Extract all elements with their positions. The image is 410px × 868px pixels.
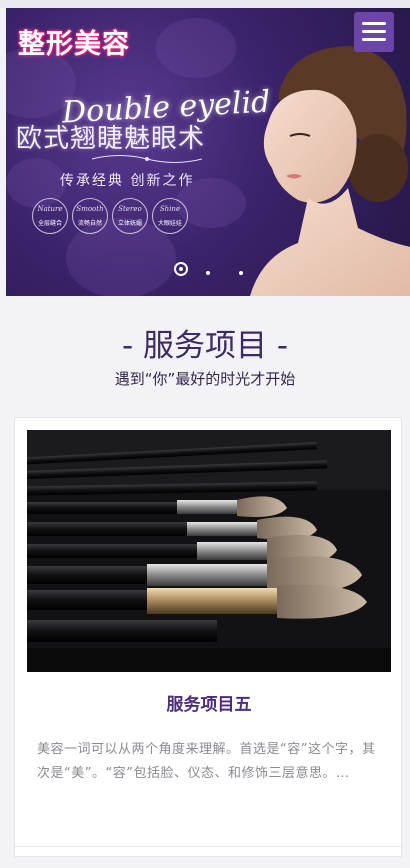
badge-label: 立体妩媚	[117, 220, 142, 227]
feature-badge: Nature 全层缝合	[32, 198, 68, 234]
badge-label: 全层缝合	[37, 220, 62, 227]
section-title: - 服务项目 -	[121, 328, 289, 364]
site-logo[interactable]: 整形美容	[18, 22, 130, 61]
top-strip	[0, 0, 410, 8]
background-petal	[156, 18, 236, 78]
badge-script: Smooth	[76, 205, 104, 213]
flourish-ornament	[92, 155, 202, 163]
section-subtitle: 遇到“你”最好的时光才开始	[114, 370, 296, 388]
feature-badge: Smooth 流畅自然	[72, 198, 108, 234]
service-description: 美容一词可以从两个角度来理解。首选是“容”这个字，其次是“美”。“容”包括脸、仪…	[37, 742, 376, 781]
badge-script: Nature	[37, 205, 63, 213]
feature-badge: Stereo 立体妩媚	[112, 198, 148, 234]
badge-script: Stereo	[118, 205, 142, 213]
model-portrait-image	[250, 46, 410, 296]
banner-headline-cn: 欧式翘睫魅眼术	[16, 124, 206, 154]
card-divider	[15, 846, 403, 847]
menu-button[interactable]	[354, 12, 394, 52]
badge-label: 大眼娃娃	[157, 220, 182, 227]
page: Double eyelid 欧式翘睫魅眼术 传承经典 创新之作 Nature 全…	[0, 0, 410, 868]
service-title[interactable]: 服务项目五	[15, 690, 403, 715]
service-image[interactable]	[27, 430, 391, 672]
makeup-brushes-image	[27, 430, 391, 672]
badge-script: Shine	[159, 205, 181, 213]
slide-dot[interactable]	[206, 271, 210, 275]
hamburger-menu-icon	[362, 38, 386, 41]
hamburger-menu-icon	[362, 22, 386, 25]
slide-dot-active[interactable]	[174, 262, 188, 276]
badge-label: 流畅自然	[77, 220, 102, 227]
hamburger-menu-icon	[362, 30, 386, 33]
banner-tagline: 传承经典 创新之作	[60, 173, 195, 189]
service-card[interactable]: 服务项目五 美容一词可以从两个角度来理解。首选是“容”这个字，其次是“美”。“容…	[14, 417, 403, 857]
slide-dot[interactable]	[239, 271, 243, 275]
feature-badge: Shine 大眼娃娃	[152, 198, 188, 234]
